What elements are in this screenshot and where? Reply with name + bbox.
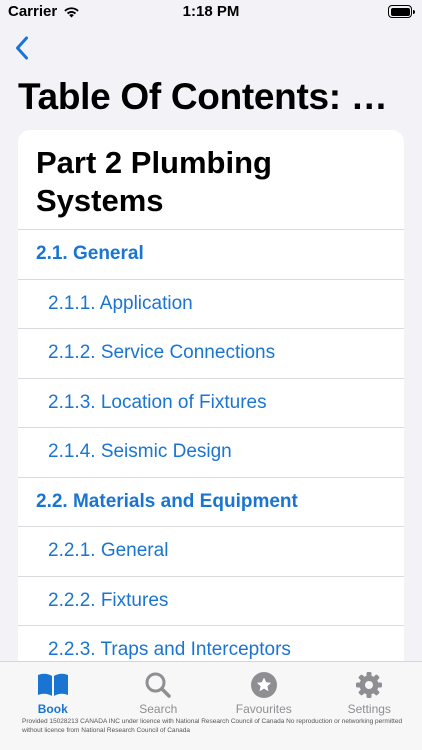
status-bar: Carrier 1:18 PM xyxy=(0,0,422,24)
tab-settings[interactable]: Settings xyxy=(317,662,422,716)
gear-icon xyxy=(356,672,383,698)
book-icon xyxy=(37,673,68,696)
star-icon xyxy=(250,672,277,698)
toc-item-2-1[interactable]: 2.1. General xyxy=(18,230,404,280)
toc-item-2-2[interactable]: 2.2. Materials and Equipment xyxy=(18,478,404,527)
toc-item-2-2-1[interactable]: 2.2.1. General xyxy=(18,527,404,577)
search-icon xyxy=(145,672,171,698)
copyright-notice: Provided 15028213 CANADA INC under licen… xyxy=(22,718,403,734)
toc-card: Part 2 Plumbing Systems 2.1. General 2.1… xyxy=(18,130,404,670)
tab-settings-label: Settings xyxy=(347,702,391,716)
toc-item-2-2-2[interactable]: 2.2.2. Fixtures xyxy=(18,577,404,626)
tab-search-label: Search xyxy=(139,702,178,716)
toc-item-2-1-1[interactable]: 2.1.1. Application xyxy=(18,280,404,329)
tab-book-label: Book xyxy=(37,702,68,716)
tab-favourites[interactable]: Favourites xyxy=(211,662,317,716)
tab-bar: Book Search Favourites Settings Provided… xyxy=(0,661,422,750)
tab-search[interactable]: Search xyxy=(106,662,212,716)
back-button[interactable] xyxy=(6,32,38,64)
clock: 1:18 PM xyxy=(182,3,240,20)
toc-item-2-1-3[interactable]: 2.1.3. Location of Fixtures xyxy=(18,379,404,428)
tab-book[interactable]: Book xyxy=(0,662,106,716)
chevron-left-icon xyxy=(16,36,28,60)
toc-list: 2.1. General 2.1.1. Application 2.1.2. S… xyxy=(18,230,404,670)
part-title: Part 2 Plumbing Systems xyxy=(18,130,404,230)
toc-item-2-1-4[interactable]: 2.1.4. Seismic Design xyxy=(18,428,404,478)
battery-icon xyxy=(388,5,415,18)
toc-item-2-1-2[interactable]: 2.1.2. Service Connections xyxy=(18,329,404,379)
tab-favourites-label: Favourites xyxy=(235,702,292,716)
page-title: Table Of Contents: Part 2 Plumbing Syste… xyxy=(18,76,408,117)
